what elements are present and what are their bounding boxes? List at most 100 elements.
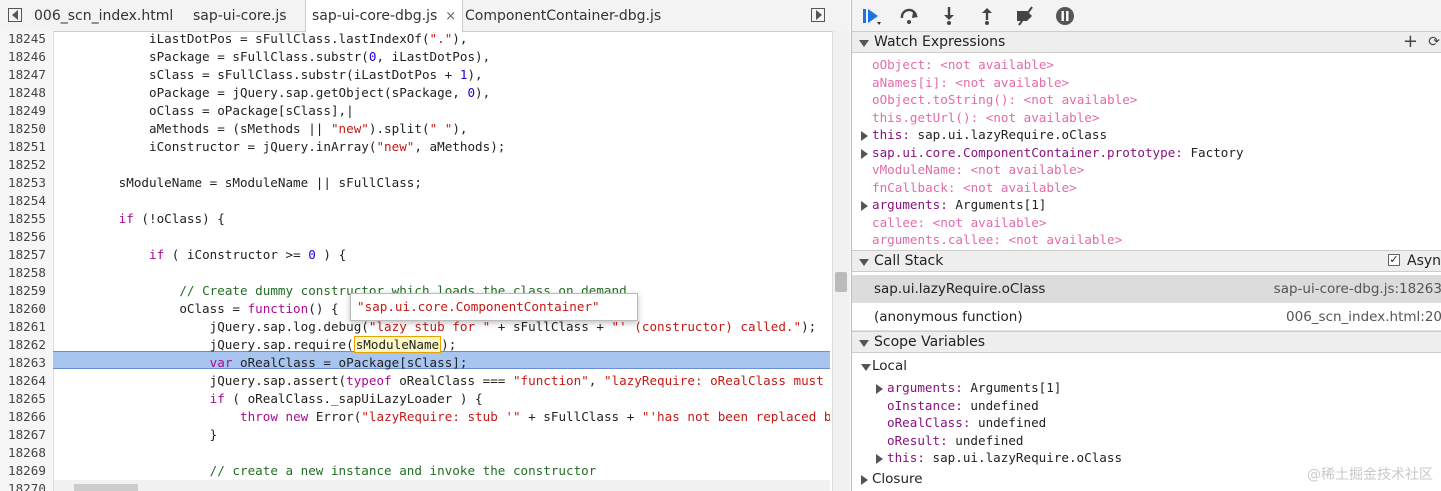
line-number[interactable]: 18264 bbox=[0, 373, 58, 388]
code-line: oClass = function() { bbox=[58, 301, 339, 316]
scope-closure-label[interactable]: Closure bbox=[872, 471, 923, 487]
watch-expression[interactable]: oObject.toString(): <not available> bbox=[872, 92, 1137, 107]
line-number[interactable]: 18257 bbox=[0, 247, 58, 262]
expanded-triangle-icon bbox=[859, 340, 869, 347]
code-line: iConstructor = jQuery.inArray("new", aMe… bbox=[58, 139, 506, 154]
line-number[interactable]: 18249 bbox=[0, 103, 58, 118]
line-number[interactable]: 18248 bbox=[0, 85, 58, 100]
source-panel: 006_scn_index.html sap-ui-core.js sap-ui… bbox=[0, 0, 850, 491]
watch-expression[interactable]: oObject: <not available> bbox=[872, 57, 1054, 72]
debugger-toggle-icon[interactable] bbox=[811, 8, 825, 22]
step-over-icon[interactable] bbox=[898, 5, 920, 27]
expand-triangle-icon[interactable] bbox=[876, 384, 883, 394]
code-editor[interactable]: iLastDotPos = sFullClass.lastIndexOf("."… bbox=[54, 31, 830, 480]
scope-variable[interactable]: oInstance: undefined bbox=[887, 398, 1039, 413]
scope-local-label[interactable]: Local bbox=[872, 358, 907, 374]
editor-vertical-scroll-thumb[interactable] bbox=[835, 272, 847, 292]
code-line: if ( oRealClass._sapUiLazyLoader ) { bbox=[209, 391, 483, 406]
expand-triangle-icon[interactable] bbox=[861, 201, 868, 211]
line-number[interactable]: 18246 bbox=[0, 49, 58, 64]
scope-variable[interactable]: oResult: undefined bbox=[887, 433, 1024, 448]
line-number[interactable]: 18267 bbox=[0, 427, 58, 442]
code-line: aMethods = (sMethods || "new").split(" "… bbox=[58, 121, 468, 136]
line-number[interactable]: 18251 bbox=[0, 139, 58, 154]
tab-sap-ui-core-dbg[interactable]: sap-ui-core-dbg.js × bbox=[305, 0, 464, 32]
line-number[interactable]: 18247 bbox=[0, 67, 58, 82]
line-number[interactable]: 18253 bbox=[0, 175, 58, 190]
code-line: jQuery.sap.log.debug("lazy stub for " + … bbox=[58, 319, 817, 334]
call-stack-header[interactable]: Call Stack ✓ Async bbox=[852, 250, 1441, 272]
code-line: jQuery.sap.assert(typeof oRealClass === … bbox=[58, 373, 824, 388]
watch-expression[interactable]: this.getUrl(): <not available> bbox=[872, 110, 1099, 125]
frame-location-link[interactable]: sap-ui-core-dbg.js:18263 bbox=[1274, 275, 1441, 303]
line-number[interactable]: 18269 bbox=[0, 463, 58, 478]
hovered-token[interactable]: sModuleName bbox=[353, 336, 442, 353]
tab-componentcontainer-dbg[interactable]: ComponentContainer-dbg.js bbox=[465, 0, 661, 31]
resume-icon[interactable] bbox=[860, 5, 882, 27]
watch-expression[interactable]: arguments: Arguments[1] bbox=[872, 197, 1046, 212]
call-stack-frame[interactable]: (anonymous function) 006_scn_index.html:2… bbox=[852, 303, 1441, 331]
line-number[interactable]: 18250 bbox=[0, 121, 58, 136]
code-line: sModuleName = sModuleName || sFullClass; bbox=[58, 175, 422, 190]
watch-expression[interactable]: callee: <not available> bbox=[872, 215, 1046, 230]
watch-expression[interactable]: fnCallback: <not available> bbox=[872, 180, 1077, 195]
watch-expression[interactable]: arguments.callee: <not available> bbox=[872, 232, 1122, 247]
debugger-toolbar bbox=[852, 0, 1441, 32]
call-stack-frame[interactable]: sap.ui.lazyRequire.oClass sap-ui-core-dbg… bbox=[852, 275, 1441, 303]
close-tab-icon[interactable]: × bbox=[445, 9, 456, 24]
expand-triangle-icon[interactable] bbox=[876, 454, 883, 464]
hover-value-popover: "sap.ui.core.ComponentContainer" bbox=[350, 293, 638, 321]
scope-variable[interactable]: arguments: Arguments[1] bbox=[887, 380, 1061, 395]
step-into-icon[interactable] bbox=[938, 5, 960, 27]
line-number[interactable]: 18256 bbox=[0, 229, 58, 244]
watermark: @稀土掘金技术社区 bbox=[1307, 467, 1433, 483]
line-number[interactable]: 18254 bbox=[0, 193, 58, 208]
line-number[interactable]: 18245 bbox=[0, 31, 58, 46]
collapsed-triangle-icon[interactable] bbox=[861, 475, 868, 485]
code-line: // create a new instance and invoke the … bbox=[209, 463, 597, 478]
line-number[interactable]: 18260 bbox=[0, 301, 58, 316]
line-number[interactable]: 18262 bbox=[0, 337, 58, 352]
watch-expression[interactable]: this: sap.ui.lazyRequire.oClass bbox=[872, 127, 1107, 142]
refresh-watch-icon[interactable]: ⟳ bbox=[1428, 32, 1440, 53]
tab-sap-ui-core[interactable]: sap-ui-core.js bbox=[193, 0, 287, 31]
expand-triangle-icon[interactable] bbox=[861, 131, 868, 141]
watch-expressions-header[interactable]: Watch Expressions + ⟳ bbox=[852, 31, 1441, 53]
line-number-gutter[interactable]: 18245 18246 18247 18248 18249 18250 18251 18252… bbox=[0, 31, 54, 491]
code-line: if ( iConstructor >= 0 ) { bbox=[149, 247, 347, 262]
add-watch-icon[interactable]: + bbox=[1403, 31, 1418, 52]
editor-vertical-scrollbar[interactable] bbox=[832, 31, 850, 491]
async-checkbox[interactable]: ✓ bbox=[1388, 254, 1400, 266]
line-number[interactable]: 18270 bbox=[0, 481, 58, 491]
line-number[interactable]: 18255 bbox=[0, 211, 58, 226]
tab-006-scn-index[interactable]: 006_scn_index.html bbox=[34, 0, 173, 31]
expanded-triangle-icon bbox=[859, 40, 869, 47]
editor-horizontal-scrollbar[interactable] bbox=[54, 480, 830, 491]
expanded-triangle-icon[interactable] bbox=[861, 364, 871, 371]
watch-expression[interactable]: aNames[i]: <not available> bbox=[872, 75, 1069, 90]
code-line: throw new Error("lazyRequire: stub '" + … bbox=[239, 409, 830, 424]
line-number[interactable]: 18268 bbox=[0, 445, 58, 460]
editor-horizontal-scroll-thumb[interactable] bbox=[74, 484, 138, 491]
watch-expression[interactable]: sap.ui.core.ComponentContainer.prototype… bbox=[872, 145, 1244, 160]
line-number[interactable]: 18252 bbox=[0, 157, 58, 172]
deactivate-breakpoints-icon[interactable] bbox=[1014, 5, 1036, 27]
navigator-toggle-icon[interactable] bbox=[8, 8, 22, 22]
line-number[interactable]: 18261 bbox=[0, 319, 58, 334]
line-number[interactable]: 18266 bbox=[0, 409, 58, 424]
code-line: oPackage = jQuery.sap.getObject(sPackage… bbox=[58, 85, 491, 100]
scope-variables-header[interactable]: Scope Variables bbox=[852, 331, 1441, 353]
expand-triangle-icon[interactable] bbox=[861, 148, 868, 159]
line-number[interactable]: 18259 bbox=[0, 283, 58, 298]
scope-variable[interactable]: this: sap.ui.lazyRequire.oClass bbox=[887, 450, 1122, 465]
watch-expression[interactable]: vModuleName: <not available> bbox=[872, 162, 1084, 177]
step-out-icon[interactable] bbox=[976, 5, 998, 27]
async-label: Async bbox=[1407, 253, 1441, 269]
scope-variable[interactable]: oRealClass: undefined bbox=[887, 415, 1046, 430]
pause-on-exceptions-icon[interactable] bbox=[1054, 5, 1076, 27]
code-line: sClass = sFullClass.substr(iLastDotPos +… bbox=[58, 67, 483, 82]
line-number[interactable]: 18258 bbox=[0, 265, 58, 280]
line-number[interactable]: 18265 bbox=[0, 391, 58, 406]
frame-location-link[interactable]: 006_scn_index.html:20 bbox=[1286, 303, 1441, 331]
line-number[interactable]: 18263 bbox=[0, 355, 58, 370]
